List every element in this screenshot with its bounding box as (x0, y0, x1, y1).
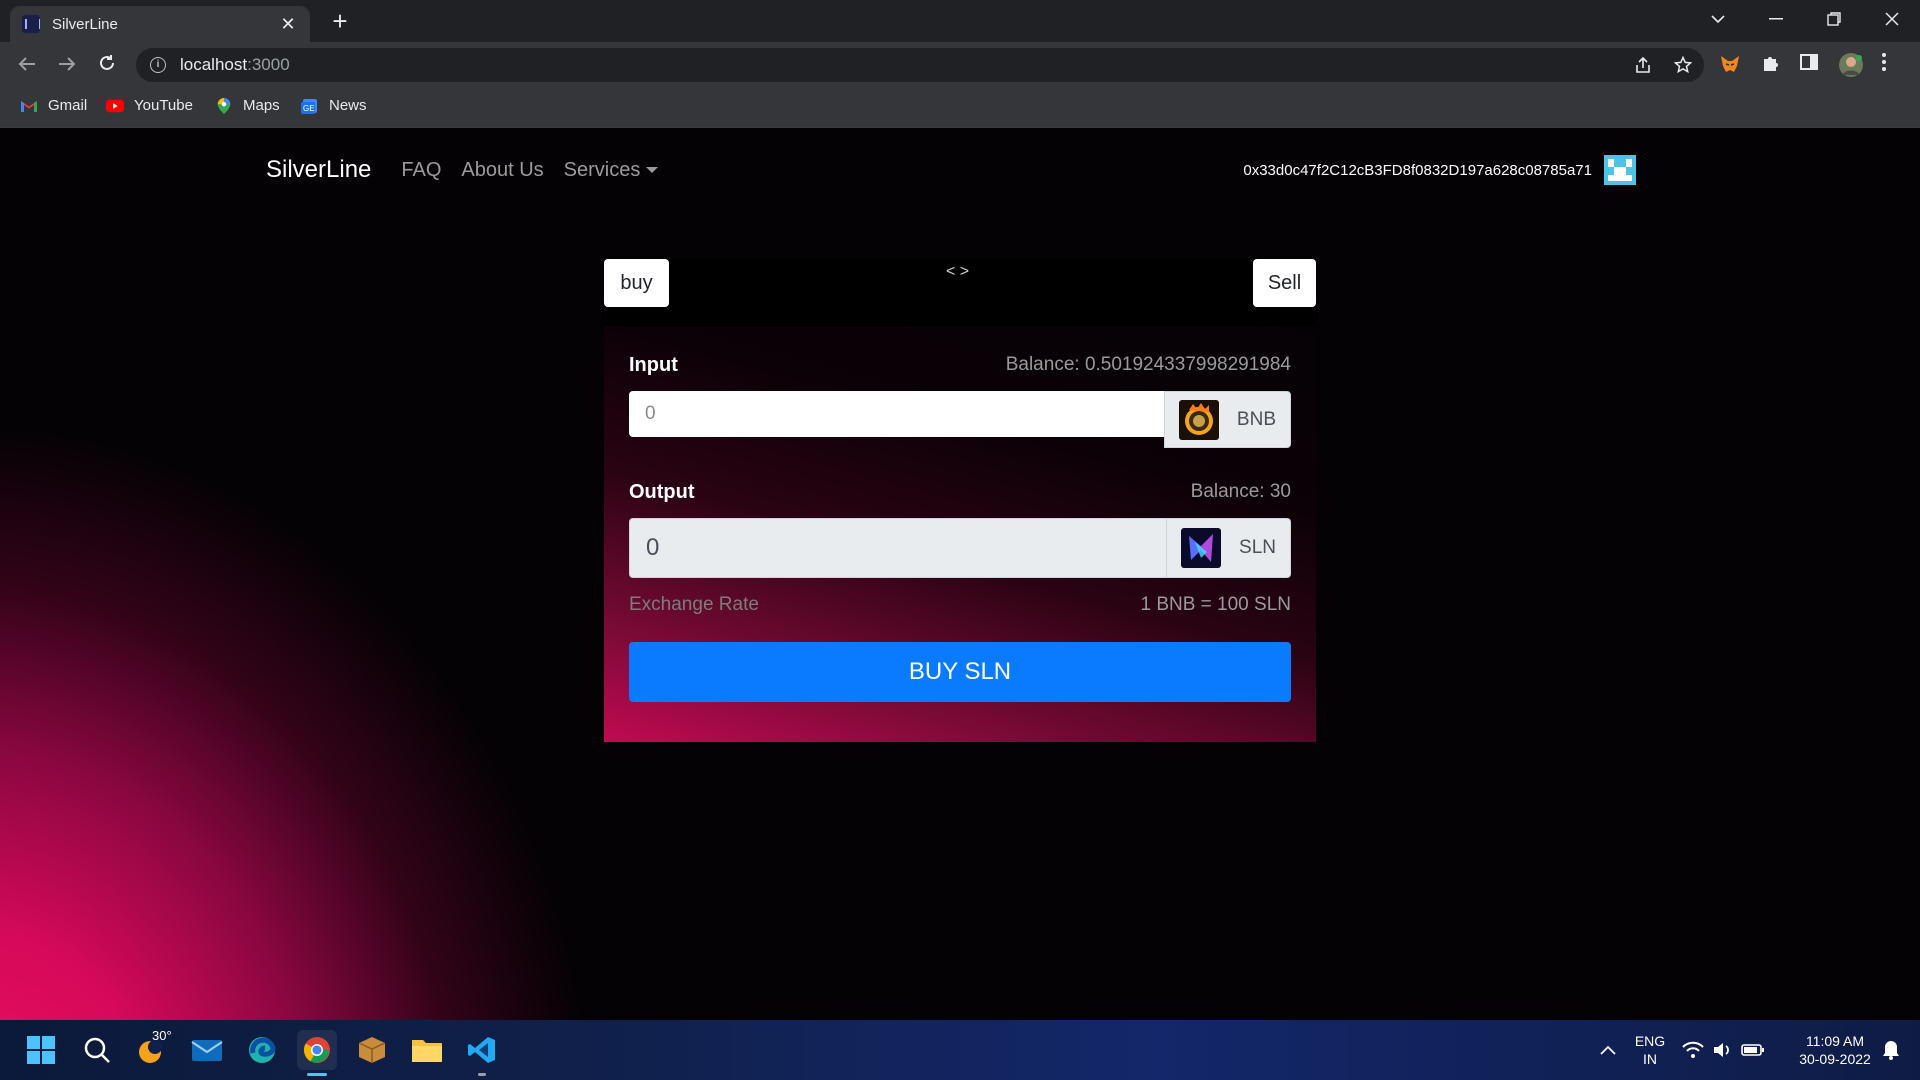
output-amount-field: 0 (629, 518, 1168, 578)
input-field-group: 0 BNB (629, 391, 1291, 448)
wallet-address: 0x33d0c47f2C12cB3FD8f0832D197a628c08785a… (1243, 161, 1592, 179)
site-navbar: SilverLine FAQ About Us Services 0x33d0c… (266, 150, 1636, 190)
url-host: localhost (180, 55, 248, 74)
language-code: ENG (1634, 1033, 1666, 1049)
swap-direction-arrows: < > (946, 263, 970, 280)
url-port: :3000 (247, 55, 290, 74)
output-token-symbol: SLN (1239, 537, 1276, 558)
caret-down-icon (646, 167, 659, 174)
tab-search-icon[interactable] (1690, 0, 1746, 38)
buy-sell-toggle: buy < > Sell (604, 259, 1316, 326)
extensions-puzzle-icon[interactable] (1760, 52, 1786, 78)
side-panel-icon[interactable] (1799, 52, 1825, 78)
close-window-icon[interactable] (1864, 0, 1920, 38)
nav-link-about-us[interactable]: About Us (461, 159, 543, 182)
site-info-icon[interactable]: i (150, 57, 166, 73)
google-news-icon: GE (301, 98, 317, 114)
chrome-menu-icon[interactable] (1880, 52, 1906, 78)
bookmark-maps-label: Maps (243, 97, 280, 114)
bookmark-youtube-label: YouTube (134, 97, 193, 114)
exchange-rate-label: Exchange Rate (629, 594, 759, 615)
svg-text:GE: GE (303, 104, 315, 113)
back-arrow-icon[interactable] (12, 50, 42, 80)
language-region: IN (1643, 1051, 1657, 1067)
bookmark-gmail-label: Gmail (48, 97, 88, 114)
clock-time: 11:09 AM (1805, 1033, 1865, 1049)
tab-close-icon[interactable]: ✕ (278, 14, 298, 35)
tray-status-icons[interactable] (1678, 1030, 1768, 1070)
output-label: Output (629, 481, 695, 503)
bookmark-news-label: News (329, 97, 367, 114)
sell-tab-button[interactable]: Sell (1253, 259, 1316, 307)
notification-bell-icon[interactable] (1876, 1030, 1906, 1070)
browser-tab-bar: SilverLine ✕ + (0, 0, 1920, 42)
windows-start-icon[interactable] (21, 1030, 61, 1070)
weather-widget[interactable]: 30° (132, 1028, 172, 1070)
weather-temperature: 30° (152, 1028, 172, 1043)
browser-tab[interactable]: SilverLine ✕ (10, 6, 310, 42)
share-icon[interactable] (1630, 56, 1656, 80)
buy-tab-button[interactable]: buy (604, 259, 669, 307)
bookmarks-bar: Gmail YouTube Maps GE News (0, 88, 1920, 128)
active-app-indicator (307, 1073, 327, 1076)
chrome-app-icon[interactable] (297, 1030, 337, 1076)
bookmark-star-icon[interactable] (1670, 55, 1696, 80)
edge-browser-icon[interactable] (242, 1030, 282, 1070)
exchange-rate-value: 1 BNB = 100 SLN (1140, 594, 1291, 615)
bookmark-gmail[interactable]: Gmail (20, 97, 87, 114)
output-token-addon: SLN (1167, 518, 1291, 578)
clock-date: 30-09-2022 (1799, 1051, 1871, 1067)
forward-arrow-icon[interactable] (52, 50, 82, 80)
input-balance: Balance: 0.501924337998291984 (1005, 354, 1291, 375)
running-app-indicator (478, 1073, 486, 1076)
battery-icon (1741, 1044, 1764, 1056)
browser-toolbar: i localhost :3000 (0, 42, 1920, 88)
package-app-icon[interactable] (352, 1030, 392, 1070)
identicon-avatar (1604, 155, 1636, 185)
address-bar[interactable]: i localhost :3000 (136, 48, 1704, 82)
output-field-group: 0 SLN (629, 518, 1291, 578)
output-balance: Balance: 30 (1190, 481, 1291, 502)
tab-title: SilverLine (52, 15, 118, 33)
input-token-symbol: BNB (1236, 408, 1276, 430)
nav-dropdown-services[interactable]: Services (564, 159, 659, 182)
wallet-account[interactable]: 0x33d0c47f2C12cB3FD8f0832D197a628c08785a… (1243, 150, 1636, 190)
language-indicator[interactable]: ENG IN (1628, 1032, 1672, 1068)
mail-app-icon[interactable] (187, 1030, 227, 1070)
minimize-icon[interactable] (1748, 0, 1804, 38)
volume-icon (1714, 1043, 1729, 1057)
profile-avatar[interactable] (1838, 52, 1864, 78)
swap-card: Input Balance: 0.501924337998291984 0 BN… (604, 326, 1316, 742)
input-amount-field[interactable]: 0 (629, 391, 1164, 437)
nav-dropdown-services-label: Services (563, 158, 641, 181)
sln-token-icon (1181, 528, 1222, 568)
maps-pin-icon (217, 97, 231, 114)
windows-taskbar: 30° ENG IN 11:09 AM 30-09-2022 (0, 1020, 1920, 1080)
bookmark-maps[interactable]: Maps (215, 97, 280, 114)
input-label: Input (629, 354, 678, 376)
input-token-addon: BNB (1163, 391, 1291, 448)
restore-icon[interactable] (1806, 0, 1862, 38)
new-tab-button[interactable]: + (325, 6, 355, 36)
page-viewport: SilverLine FAQ About Us Services 0x33d0c… (0, 128, 1920, 1020)
nav-link-faq[interactable]: FAQ (401, 159, 441, 182)
reload-icon[interactable] (92, 50, 122, 80)
clock[interactable]: 11:09 AM 30-09-2022 (1782, 1032, 1888, 1068)
search-icon[interactable] (77, 1030, 117, 1070)
tray-overflow-chevron-icon[interactable] (1588, 1030, 1628, 1070)
buy-sln-button[interactable]: BUY SLN (629, 642, 1291, 702)
file-explorer-icon[interactable] (407, 1030, 447, 1070)
bookmark-youtube[interactable]: YouTube (106, 97, 193, 114)
metamask-extension-icon[interactable] (1718, 52, 1744, 78)
site-favicon-icon (22, 15, 40, 33)
brand-logo[interactable]: SilverLine (266, 156, 371, 184)
bnb-token-icon (1178, 399, 1219, 440)
youtube-icon (106, 99, 124, 112)
gmail-icon (21, 100, 37, 112)
bookmark-news[interactable]: GE News (301, 97, 367, 114)
vscode-app-icon[interactable] (462, 1030, 502, 1076)
wifi-icon (1682, 1041, 1704, 1058)
